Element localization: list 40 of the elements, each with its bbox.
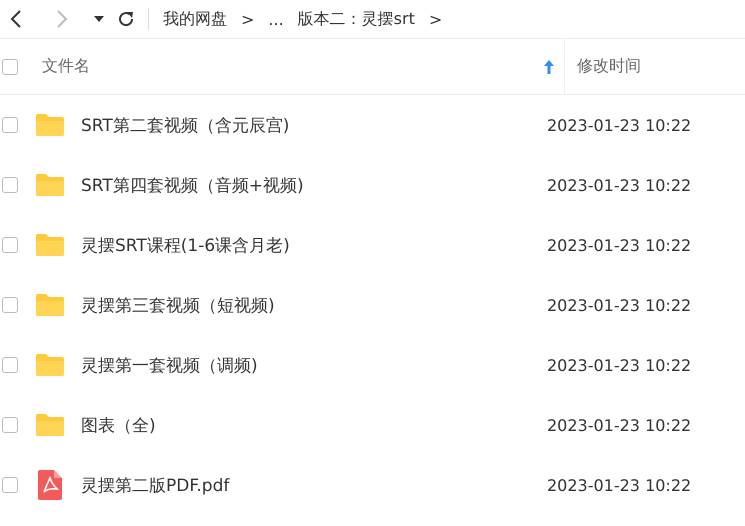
folder-icon (35, 293, 65, 317)
refresh-icon[interactable] (116, 9, 136, 29)
file-name[interactable]: 灵摆第二版PDF.pdf (81, 474, 547, 496)
file-name[interactable]: SRT第二套视频（含元辰宫) (81, 114, 547, 136)
checkbox[interactable] (2, 417, 18, 433)
modified-time: 2023-01-23 10:22 (547, 416, 692, 434)
checkbox[interactable] (2, 297, 18, 313)
modified-time: 2023-01-23 10:22 (547, 356, 692, 374)
column-header[interactable]: 文件名 (42, 56, 90, 77)
checkbox[interactable] (2, 237, 18, 253)
folder-icon (35, 113, 65, 137)
pdf-file-icon (35, 470, 65, 500)
modified-time: 2023-01-23 10:22 (547, 476, 692, 494)
checkbox[interactable] (2, 177, 18, 193)
breadcrumb-item[interactable]: ... (268, 10, 284, 28)
caret-icon[interactable] (94, 16, 104, 22)
folder-icon (35, 413, 65, 437)
breadcrumb-item[interactable]: > (428, 10, 442, 28)
file-name[interactable]: SRT第四套视频（音频+视频) (81, 174, 547, 196)
file-name[interactable]: 灵摆第三套视频（短视频) (81, 294, 547, 316)
modified-time: 2023-01-23 10:22 (547, 296, 692, 314)
breadcrumb-item[interactable]: 版本二：灵摆srt (298, 8, 415, 30)
sort-arrow-icon[interactable] (544, 60, 554, 74)
folder-icon (35, 353, 65, 377)
back-icon[interactable] (10, 10, 22, 28)
modified-time: 2023-01-23 10:22 (547, 236, 692, 254)
checkbox[interactable] (2, 117, 18, 133)
file-name[interactable]: 图表（全) (81, 414, 547, 436)
breadcrumb-item[interactable]: > (241, 10, 254, 28)
breadcrumb-item[interactable]: 我的网盘 (163, 8, 227, 30)
folder-icon (35, 233, 65, 257)
folder-icon (35, 173, 65, 197)
checkbox[interactable] (2, 477, 18, 493)
checkbox[interactable] (2, 357, 18, 373)
file-name[interactable]: 灵摆第一套视频（调频) (81, 354, 547, 376)
modified-time: 2023-01-23 10:22 (547, 116, 692, 134)
checkbox[interactable] (2, 58, 18, 74)
file-name[interactable]: 灵摆SRT课程(1-6课含月老) (81, 234, 547, 256)
column-header[interactable]: 修改时间 (577, 56, 641, 77)
modified-time: 2023-01-23 10:22 (547, 176, 692, 194)
